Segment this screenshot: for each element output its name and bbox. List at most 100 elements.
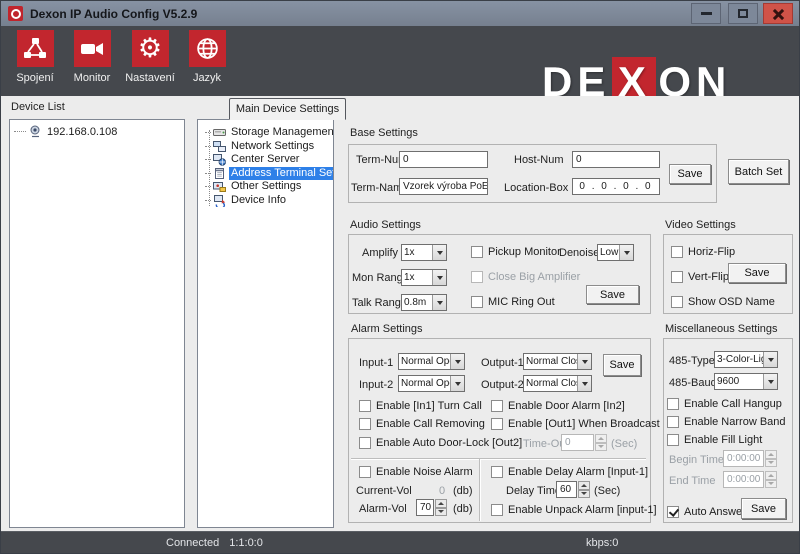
input1-select[interactable]: Normal Open (398, 353, 465, 370)
base-save-button[interactable]: Save (669, 164, 711, 184)
dropdown-arrow-icon[interactable] (432, 295, 446, 310)
base-settings-title: Base Settings (350, 127, 418, 139)
denoise-select[interactable]: Low (597, 244, 634, 261)
tree-item-device-info[interactable]: Device Info (198, 194, 333, 208)
enable-delay-alarm-checkbox[interactable]: Enable Delay Alarm [Input-1] (491, 465, 648, 478)
other-settings-icon (213, 180, 226, 193)
show-osd-name-checkbox[interactable]: Show OSD Name (671, 295, 775, 308)
tree-item-address-terminal-settings[interactable]: Address Terminal Settings (198, 167, 333, 181)
enable-call-removing-checkbox[interactable]: Enable Call Removing (359, 417, 485, 430)
amplify-select[interactable]: 1x (401, 244, 447, 261)
vert-flip-checkbox[interactable]: Vert-Flip (671, 270, 729, 283)
toolbar-button-label: Spojení (16, 72, 53, 84)
globe-icon (189, 30, 226, 67)
enable-call-hangup-checkbox[interactable]: Enable Call Hangup (667, 397, 782, 410)
alarm-vol-spinner[interactable]: 70 (416, 499, 447, 516)
misc-save-button[interactable]: Save (741, 498, 786, 519)
output1-select[interactable]: Normal Close (523, 353, 592, 370)
audio-settings-title: Audio Settings (350, 219, 421, 231)
horiz-flip-checkbox[interactable]: Horiz-Flip (671, 245, 735, 258)
dropdown-arrow-icon[interactable] (450, 354, 464, 369)
485-baud-select[interactable]: 9600 (714, 373, 778, 390)
spin-down-icon (595, 443, 607, 452)
video-save-button[interactable]: Save (728, 263, 786, 283)
denoise-label: Denoise (559, 247, 599, 259)
connection-status: Connected 1:1:0:0 (166, 537, 263, 549)
mic-ring-out-checkbox[interactable]: MIC Ring Out (471, 295, 555, 308)
output2-select[interactable]: Normal Close (523, 375, 592, 392)
pickup-monitor-checkbox[interactable]: Pickup Monitor (471, 245, 561, 258)
485-type-select[interactable]: 3-Color-Light (714, 351, 778, 368)
close-button[interactable] (763, 3, 793, 24)
dropdown-arrow-icon[interactable] (432, 270, 446, 285)
checkbox-icon (359, 400, 371, 412)
tree-connector (205, 200, 211, 201)
bitrate-status: kbps:0 (586, 537, 618, 549)
maximize-button[interactable] (728, 3, 758, 24)
device-list-item[interactable]: 192.168.0.108 (10, 120, 184, 138)
enable-auto-door-lock-checkbox[interactable]: Enable Auto Door-Lock [Out2] (359, 436, 522, 449)
enable-noise-alarm-checkbox[interactable]: Enable Noise Alarm (359, 465, 473, 478)
auto-answer-checkbox[interactable]: Auto Answer (667, 505, 746, 518)
enable-fill-light-checkbox[interactable]: Enable Fill Light (667, 433, 762, 446)
tree-item-other-settings[interactable]: Other Settings (198, 180, 333, 194)
tree-item-center-server[interactable]: Center Server (198, 153, 333, 167)
batch-set-button[interactable]: Batch Set (728, 159, 789, 184)
dropdown-arrow-icon[interactable] (432, 245, 446, 260)
checkbox-icon (667, 506, 679, 518)
delay-time-unit: (Sec) (594, 485, 620, 497)
dropdown-arrow-icon[interactable] (450, 376, 464, 391)
spin-up-icon[interactable] (435, 499, 447, 508)
dropdown-arrow-icon[interactable] (577, 354, 591, 369)
client-area: Device List Main Device Settings 192.168… (1, 96, 799, 531)
enable-unpack-alarm-checkbox[interactable]: Enable Unpack Alarm [input-1] (491, 503, 657, 516)
mon-range-select[interactable]: 1x (401, 269, 447, 286)
tree-item-network-settings[interactable]: Network Settings (198, 140, 333, 154)
spin-up-icon[interactable] (578, 481, 590, 490)
enable-in1-turn-call-checkbox[interactable]: Enable [In1] Turn Call (359, 399, 482, 412)
app-window: Dexon IP Audio Config V5.2.9 Spojení Mon… (0, 0, 800, 554)
term-num-field[interactable]: 0 (399, 151, 488, 168)
checkbox-icon (359, 466, 371, 478)
dropdown-arrow-icon[interactable] (763, 374, 777, 389)
tree-item-label: Storage Management (229, 126, 333, 139)
input2-select[interactable]: Normal Open (398, 375, 465, 392)
dropdown-arrow-icon[interactable] (763, 352, 777, 367)
checkbox-icon (671, 246, 683, 258)
term-name-field[interactable]: Vzorek výroba PoE + a (399, 178, 488, 195)
tree-item-storage-management[interactable]: Storage Management (198, 126, 333, 140)
current-vol-unit: (db) (453, 485, 473, 497)
misc-settings-title: Miscellaneous Settings (665, 323, 778, 335)
alarm-vol-label: Alarm-Vol (359, 503, 407, 515)
time-out-spinner: 0 (561, 434, 607, 451)
spinner-buttons (765, 450, 777, 467)
delay-time-spinner[interactable]: 60 (556, 481, 590, 498)
address-terminal-icon (213, 167, 226, 180)
location-box-ip-field[interactable]: 0 . 0 . 0 . 0 (572, 178, 660, 195)
toolbar-button-language[interactable]: Jazyk (172, 30, 242, 84)
minimize-button[interactable] (691, 3, 721, 24)
enable-narrow-band-checkbox[interactable]: Enable Narrow Band (667, 415, 786, 428)
alarm-save-button[interactable]: Save (603, 354, 641, 376)
window-title: Dexon IP Audio Config V5.2.9 (30, 7, 197, 21)
tab-main-device-settings[interactable]: Main Device Settings (229, 98, 346, 120)
spinner-buttons[interactable] (578, 481, 590, 498)
enable-out1-when-broadcast-checkbox[interactable]: Enable [Out1] When Broadcast (491, 417, 660, 430)
host-num-field[interactable]: 0 (572, 151, 660, 168)
enable-door-alarm-checkbox[interactable]: Enable Door Alarm [In2] (491, 399, 625, 412)
spin-down-icon[interactable] (435, 508, 447, 517)
checkbox-icon (491, 400, 503, 412)
spin-down-icon (765, 480, 777, 489)
checkbox-icon (491, 466, 503, 478)
tree-connector (205, 159, 211, 160)
dropdown-arrow-icon[interactable] (577, 376, 591, 391)
talk-range-label: Talk Range (352, 297, 407, 309)
gear-icon: ⚙ (132, 30, 169, 67)
audio-save-button[interactable]: Save (586, 285, 639, 304)
network-settings-icon (213, 140, 226, 153)
talk-range-select[interactable]: 0.8m (401, 294, 447, 311)
begin-time-spinner: 0:00:00 (723, 450, 777, 467)
dropdown-arrow-icon[interactable] (619, 245, 633, 260)
spin-down-icon[interactable] (578, 490, 590, 499)
spinner-buttons[interactable] (435, 499, 447, 516)
